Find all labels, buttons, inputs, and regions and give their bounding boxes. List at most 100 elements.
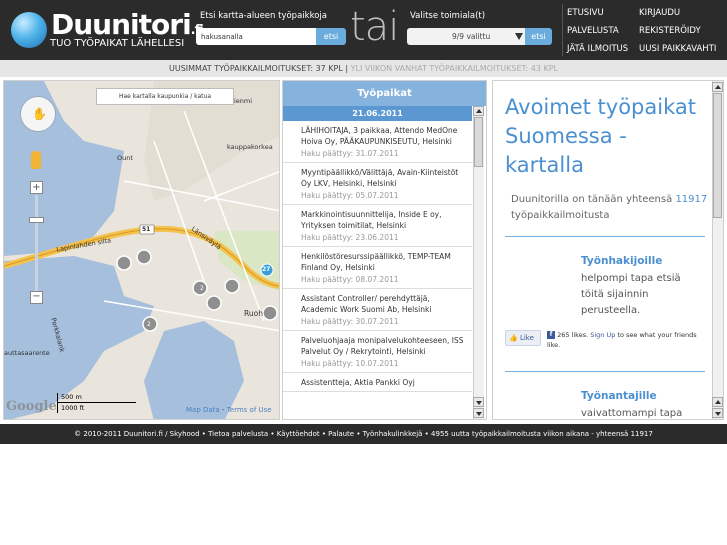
scroll-up-button-2[interactable] (712, 397, 723, 407)
facebook-like-button[interactable]: 👍 Like (505, 330, 541, 346)
map-scale-bar: 500 m 1000 ft (57, 393, 136, 413)
map-pan-control[interactable]: ✋ (20, 96, 56, 132)
zoom-out-button[interactable]: − (30, 291, 43, 304)
job-list-item[interactable]: Markkinointisuunnittelija, Inside E oy, … (283, 205, 472, 247)
job-deadline: Haku päättyy: 05.07.2011 (301, 191, 399, 200)
arrow-down-icon (476, 412, 482, 416)
thumbs-up-icon: 👍 (509, 334, 518, 342)
employers-title: Työnantajille (581, 390, 657, 402)
job-marker[interactable] (224, 278, 240, 294)
job-title-link[interactable]: Myyntipäällikkö/Välittäjä, Avain-Kiintei… (301, 167, 466, 189)
scroll-up-button[interactable] (712, 82, 723, 92)
map-label-area-2: Ount (117, 154, 133, 162)
job-marker[interactable] (116, 255, 132, 271)
cluster-count-label: 2 (200, 285, 204, 292)
job-list-item[interactable]: Henkilöstöresurssipäällikkö, TEMP-TEAM F… (283, 247, 472, 289)
scroll-down-button[interactable] (712, 408, 723, 418)
seekers-title: Työnhakijoille (581, 255, 663, 267)
logo-name: Duunitori (51, 8, 192, 41)
field-select-value: 9/9 valittu (452, 32, 491, 41)
map-link-separator: - (221, 406, 225, 414)
job-list-item[interactable]: LÄHIHOITAJA, 3 paikkaa, Attendo MedOne H… (283, 121, 472, 163)
info-heading: Avoimet työpaikat Suomessa - kartalla (505, 95, 696, 177)
job-marker[interactable] (262, 305, 278, 321)
zoom-slider-handle[interactable] (29, 217, 44, 223)
info-lead-text: Duunitorilla on tänään yhteensä (511, 194, 673, 205)
keyword-search-input[interactable] (196, 28, 316, 45)
scroll-down-button-2[interactable] (473, 408, 484, 418)
nav-about-link[interactable]: PALVELUSTA (567, 26, 619, 36)
job-list: LÄHIHOITAJA, 3 paikkaa, Attendo MedOne H… (283, 121, 472, 392)
facebook-signup-link[interactable]: Sign Up (590, 331, 615, 339)
logo-globe-icon[interactable] (11, 12, 47, 48)
logo-slogan: TUO TYÖPAIKAT LÄHELLESI (50, 38, 185, 49)
street-view-pegman-icon[interactable] (31, 151, 41, 169)
total-job-count: 11917 (675, 194, 708, 205)
ticker-new-ads-link[interactable]: UUSIMMAT TYÖPAIKKAILMOITUKSET: 37 KPL (169, 64, 343, 73)
hand-icon: ✋ (32, 107, 47, 121)
nav-register-link[interactable]: REKISTERÖIDY (639, 26, 701, 36)
job-list-panel: Työpaikat 21.06.2011 LÄHIHOITAJA, 3 paik… (282, 80, 487, 420)
search-label: Etsi kartta-alueen työpaikkoja (200, 11, 327, 21)
logo[interactable]: Duunitori.fi (51, 8, 204, 41)
header-divider (562, 4, 563, 56)
field-select-dropdown[interactable]: 9/9 valittu (407, 28, 525, 45)
employers-body: vaivattomampi tapa (581, 408, 683, 419)
header-bar: Duunitori.fi TUO TYÖPAIKAT LÄHELLESI Ets… (0, 0, 727, 60)
like-label: Like (519, 334, 534, 342)
zoom-slider-track[interactable] (35, 195, 38, 291)
job-list-item[interactable]: Assistant Controller/ perehdyttäjä, Acad… (283, 289, 472, 331)
info-scroll-thumb[interactable] (713, 93, 722, 218)
nav-job-alert-link[interactable]: UUSI PAIKKAVAHTI (639, 44, 716, 54)
nav-login-link[interactable]: KIRJAUDU (639, 8, 680, 18)
job-list-title: Työpaikat (283, 81, 486, 106)
job-title-link[interactable]: Markkinointisuunnittelija, Inside E oy, … (301, 209, 466, 231)
job-deadline: Haku päättyy: 30.07.2011 (301, 317, 399, 326)
job-title-link[interactable]: Palveluohjaaja monipalvelukohteeseen, IS… (301, 335, 466, 357)
job-deadline: Haku päättyy: 31.07.2011 (301, 149, 399, 158)
cluster-count-label: 2 (147, 321, 151, 328)
facebook-icon: f (547, 331, 555, 339)
arrow-down-icon (476, 401, 482, 405)
footer: © 2010-2011 Duunitori.fi / Skyhood • Tie… (0, 424, 727, 444)
job-title-link[interactable]: Henkilöstöresurssipäällikkö, TEMP-TEAM F… (301, 251, 466, 273)
seekers-body: helpompi tapa etsiä töitä sijainnin peru… (581, 273, 681, 316)
job-count-ticker: UUSIMMAT TYÖPAIKKAILMOITUKSET: 37 KPL | … (0, 60, 727, 77)
scale-line (58, 402, 136, 403)
job-marker[interactable] (136, 249, 152, 265)
job-title-link[interactable]: LÄHIHOITAJA, 3 paikkaa, Attendo MedOne H… (301, 125, 466, 147)
job-map[interactable]: 2 2 51 27 Lapinlahden silta Länsiväylä k… (3, 80, 280, 420)
job-deadline: Haku päättyy: 08.07.2011 (301, 275, 399, 284)
job-list-item[interactable]: Palveluohjaaja monipalvelukohteeseen, IS… (283, 331, 472, 373)
job-list-date-header: 21.06.2011 (283, 106, 472, 121)
zoom-in-button[interactable]: + (30, 181, 43, 194)
job-title-link[interactable]: Assistentteja, Aktia Pankki Oyj (301, 377, 466, 388)
map-label-district: kauppakorkea (227, 143, 273, 151)
job-list-item[interactable]: Assistentteja, Aktia Pankki Oyj (283, 373, 472, 392)
road-number-label-2: 27 (262, 266, 271, 273)
nav-home-link[interactable]: ETUSIVU (567, 8, 604, 18)
map-label-area: ienmi (234, 97, 253, 105)
info-divider (505, 236, 705, 237)
job-title-link[interactable]: Assistant Controller/ perehdyttäjä, Acad… (301, 293, 466, 315)
like-count: 265 likes. (557, 331, 589, 339)
road-number-label: 51 (142, 226, 151, 233)
google-logo[interactable]: Google (6, 399, 57, 414)
chevron-down-icon (515, 33, 523, 40)
scroll-up-button[interactable] (473, 106, 484, 116)
job-cluster-marker[interactable] (206, 295, 222, 311)
search-button[interactable]: etsi (316, 28, 346, 45)
info-divider (505, 371, 705, 372)
nav-post-ad-link[interactable]: JÄTÄ ILMOITUS (567, 44, 628, 54)
field-search-button[interactable]: etsi (525, 28, 552, 45)
ticker-separator: | (345, 64, 349, 73)
job-list-scroll-thumb[interactable] (474, 117, 483, 167)
scroll-down-button[interactable] (473, 397, 484, 407)
job-list-item[interactable]: Myyntipäällikkö/Välittäjä, Avain-Kiintei… (283, 163, 472, 205)
ticker-old-ads-link[interactable]: YLI VIIKON VANHAT TYÖPAIKKAILMOITUKSET: … (351, 64, 558, 73)
arrow-up-icon (715, 400, 721, 404)
terms-of-use-link[interactable]: Terms of Use (227, 406, 272, 414)
map-place-search-box[interactable]: Hae kartalla kaupunkia / katua (96, 88, 234, 105)
map-data-link[interactable]: Map Data (186, 406, 220, 414)
map-label-ruoholahti: Ruoh (244, 309, 263, 318)
